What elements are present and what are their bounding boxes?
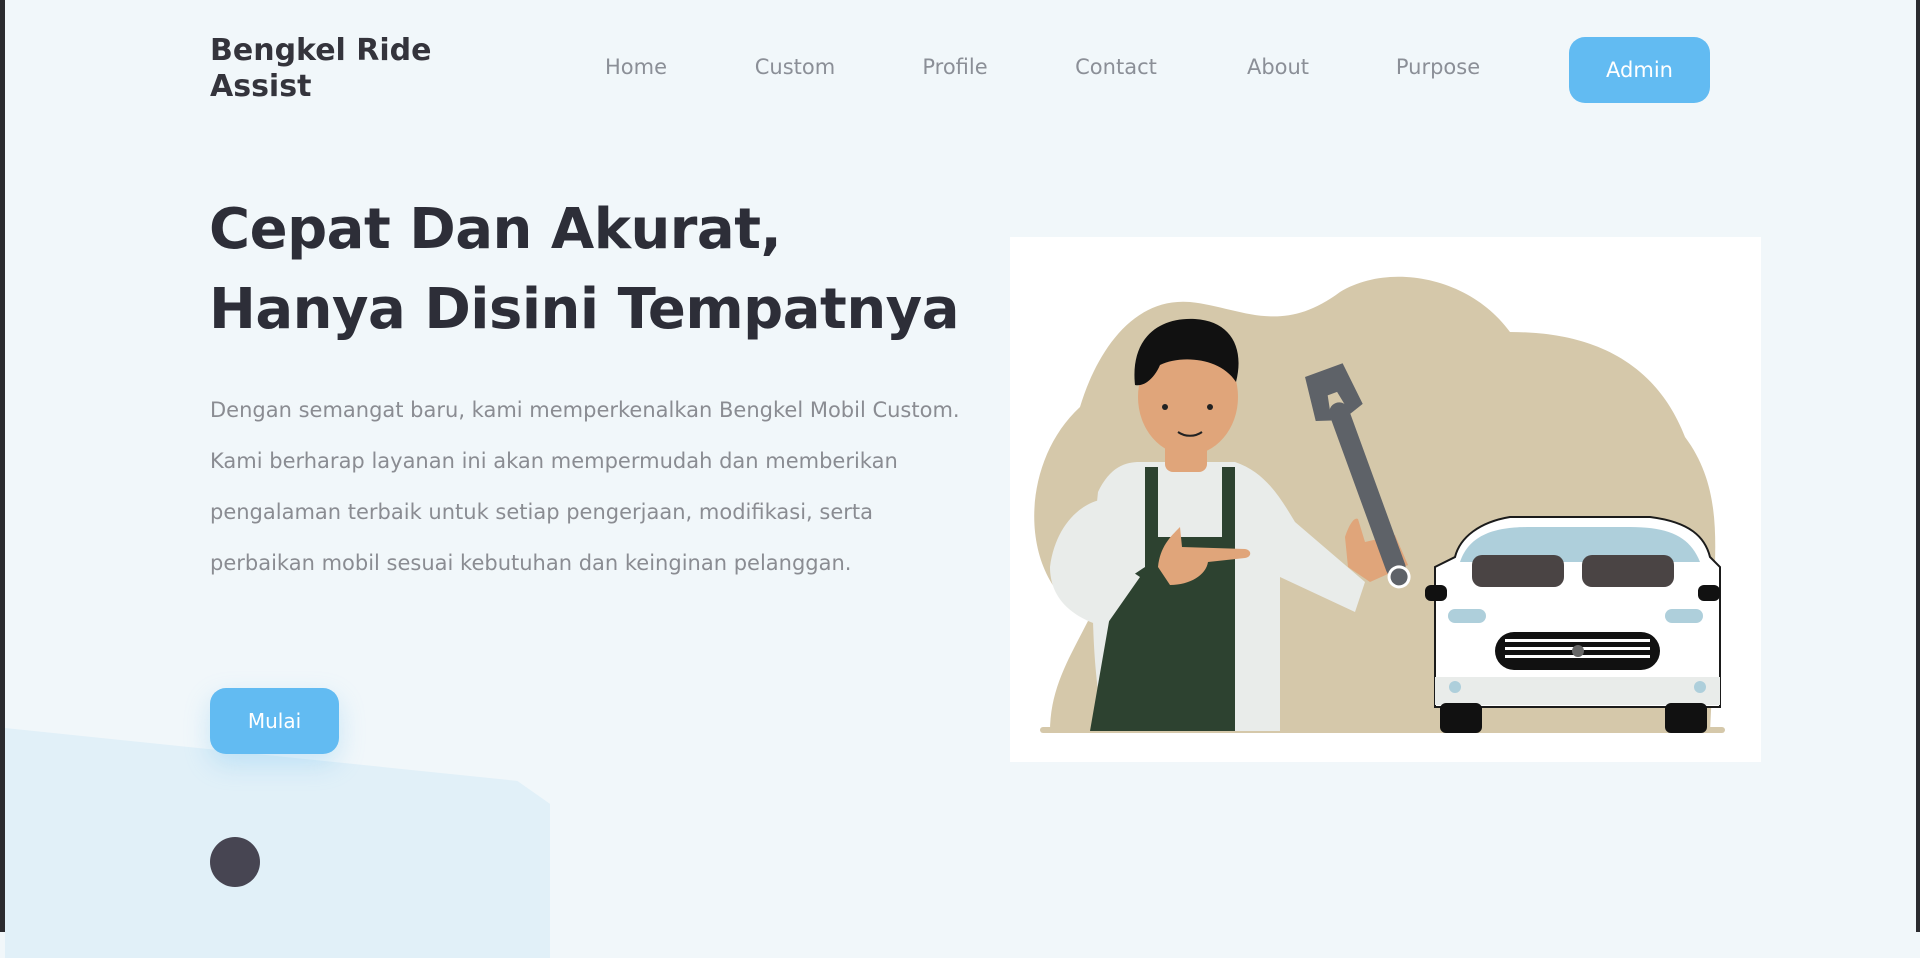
hero-illustration — [1010, 237, 1761, 762]
hero-title: Cepat Dan Akurat, Hanya Disini Tempatnya — [209, 190, 959, 350]
nav-link-purpose[interactable]: Purpose — [1396, 55, 1480, 79]
nav-link-contact[interactable]: Contact — [1075, 55, 1157, 79]
nav-link-profile[interactable]: Profile — [922, 55, 987, 79]
nav-link-about[interactable]: About — [1247, 55, 1309, 79]
nav-link-custom[interactable]: Custom — [755, 55, 835, 79]
floating-chat-button[interactable] — [210, 837, 260, 887]
hero-title-line-1: Cepat Dan Akurat, — [209, 197, 782, 262]
window-frame-right — [1916, 0, 1920, 932]
hero-description: Dengan semangat baru, kami memperkenalka… — [210, 398, 960, 575]
background-decoration — [5, 728, 550, 958]
car-illustration — [1425, 516, 1721, 733]
hero-title-line-2: Hanya Disini Tempatnya — [209, 277, 959, 342]
mulai-button[interactable]: Mulai — [210, 688, 339, 754]
nav-link-home[interactable]: Home — [605, 55, 667, 79]
brand-logo[interactable]: Bengkel Ride Assist — [210, 33, 440, 105]
window-frame-left — [0, 0, 5, 932]
admin-button[interactable]: Admin — [1569, 37, 1710, 103]
